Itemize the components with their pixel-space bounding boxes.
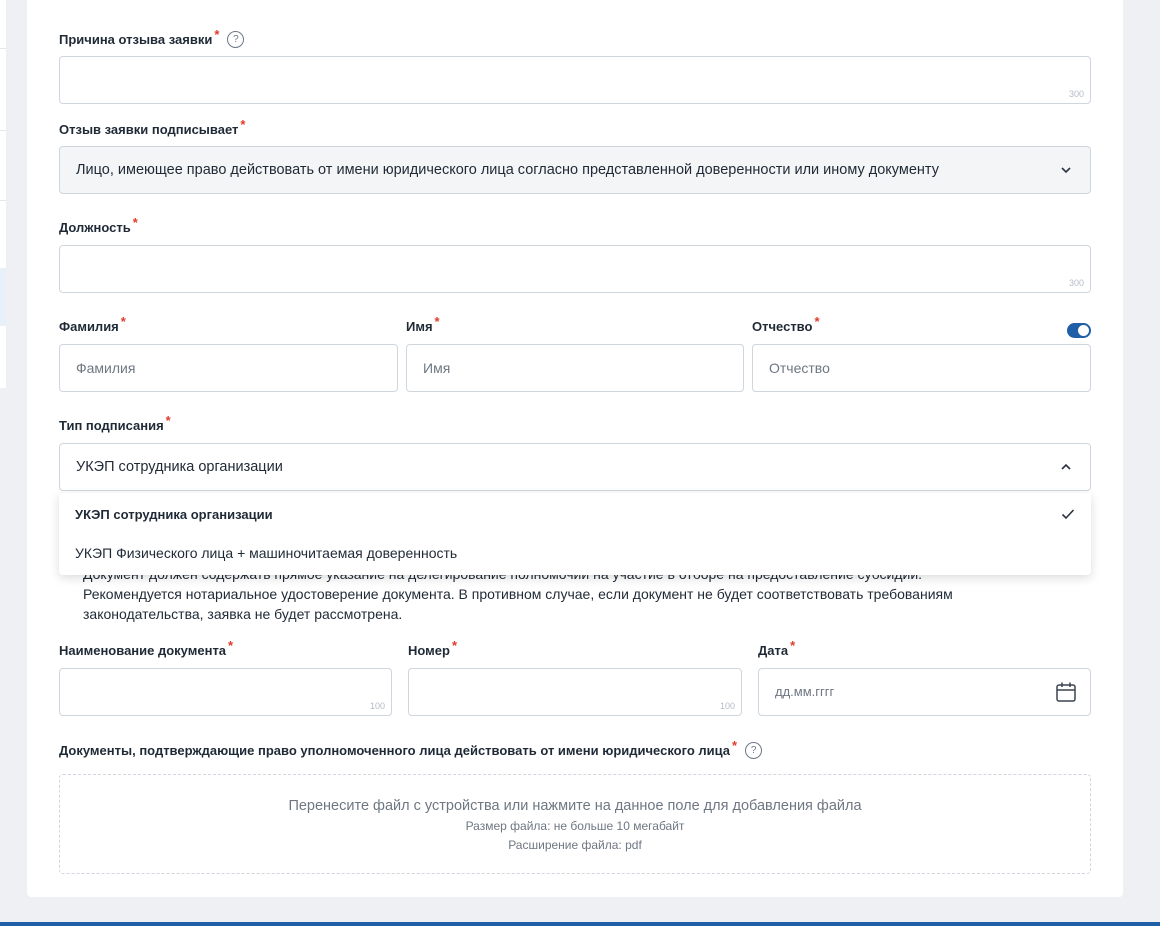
middle-name-toggle[interactable] [1067,323,1091,338]
signing-type-select[interactable]: УКЭП сотрудника организации [59,443,1091,491]
last-name-label: Фамилия * [59,314,126,334]
dropzone-ext-hint: Расширение файла: pdf [508,838,642,852]
dropzone-size-hint: Размер файла: не больше 10 мегабайт [465,819,685,833]
position-textarea[interactable]: 300 [59,245,1091,293]
footer-bar [0,922,1160,926]
calendar-icon[interactable] [1055,681,1077,703]
middle-name-placeholder: Отчество [769,360,830,376]
first-name-placeholder: Имя [423,360,451,376]
doc-number-label: Номер * [408,638,458,658]
dropdown-option-organization-employee[interactable]: УКЭП сотрудника организации [75,507,273,522]
help-icon[interactable]: ? [745,742,763,760]
first-name-input[interactable]: Имя [406,344,744,392]
char-counter: 300 [1068,89,1084,99]
signer-value: Лицо, имеющее право действовать от имени… [76,162,939,178]
char-counter: 300 [1068,278,1084,288]
notice-line: законодательства, заявка не будет рассмо… [83,606,403,622]
position-label: Должность * [59,215,138,235]
chevron-up-icon [1061,463,1071,470]
doc-name-label: Наименование документа * [59,638,234,658]
first-name-label: Имя * [406,314,440,334]
middle-name-label: Отчество * [752,314,820,334]
doc-number-input[interactable]: 100 [408,668,742,716]
middle-name-input[interactable]: Отчество [752,344,1091,392]
dropzone-text: Перенесите файл с устройства или нажмите… [288,798,862,814]
help-icon[interactable]: ? [227,31,245,49]
doc-date-input[interactable]: дд.мм.гггг [758,668,1091,716]
signing-type-value: УКЭП сотрудника организации [76,459,283,475]
signing-type-label: Тип подписания * [59,413,171,433]
left-sidebar-edge [0,0,6,388]
notice-line: Рекомендуется нотариальное удостоверение… [83,586,953,602]
reason-label: Причина отзыва заявки *? [59,27,245,49]
file-dropzone[interactable]: Перенесите файл с устройства или нажмите… [59,774,1091,874]
check-icon [1061,509,1075,520]
doc-date-placeholder: дд.мм.гггг [775,684,835,699]
chevron-down-icon [1061,167,1071,174]
doc-date-label: Дата * [758,638,796,658]
documents-label: Документы, подтверждающие право уполномо… [59,738,763,760]
reason-textarea[interactable]: 300 [59,56,1091,104]
signing-type-dropdown: УКЭП сотрудника организации УКЭП Физичес… [59,493,1091,575]
char-counter: 100 [369,701,385,711]
signer-label: Отзыв заявки подписывает * [59,117,246,137]
dropdown-option-individual-proxy[interactable]: УКЭП Физического лица + машиночитаемая д… [75,545,457,561]
signer-select[interactable]: Лицо, имеющее право действовать от имени… [59,146,1091,194]
last-name-placeholder: Фамилия [76,360,136,376]
doc-name-input[interactable]: 100 [59,668,392,716]
last-name-input[interactable]: Фамилия [59,344,398,392]
char-counter: 100 [719,701,735,711]
